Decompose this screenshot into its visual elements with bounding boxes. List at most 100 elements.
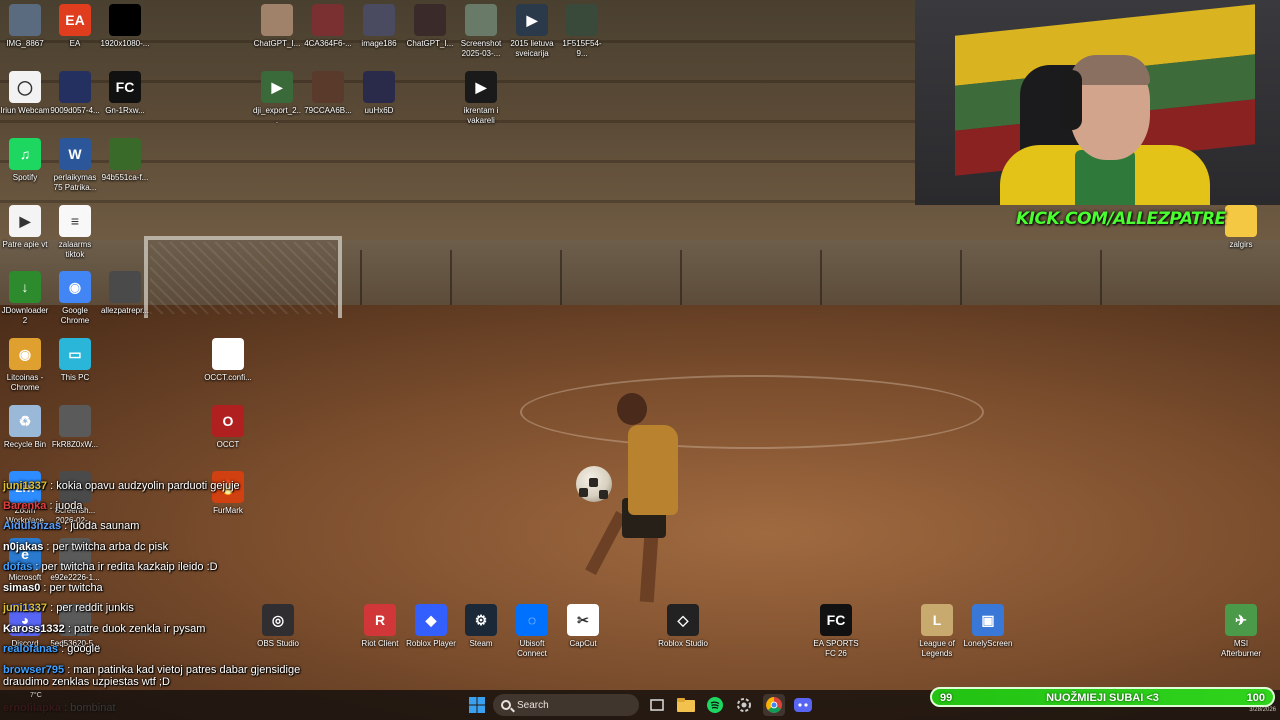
desktop-icon-blackimg[interactable]: 1920x1080-... — [100, 4, 150, 49]
weather-widget[interactable]: 7°C — [20, 692, 42, 716]
folder-icon — [1225, 205, 1257, 237]
desktop-icon-robloxplayer[interactable]: ◆ Roblox Player — [406, 604, 456, 649]
desktop-icon-litcoinas[interactable]: ◉ Litcoinas - Chrome — [0, 338, 50, 393]
desktop-icon-ubisoft[interactable]: ◌ Ubisoft Connect — [507, 604, 557, 659]
settings-taskbar-button[interactable] — [733, 694, 755, 716]
spotify-taskbar-button[interactable] — [704, 694, 726, 716]
desktop-icon-ea[interactable]: EA EA — [50, 4, 100, 49]
center-circle — [520, 375, 984, 449]
chat-separator: : — [58, 643, 68, 655]
desktop-icon-label: MSI Afterburner — [1220, 639, 1262, 658]
desktop-icon-recycle[interactable]: ♻ Recycle Bin — [0, 405, 50, 450]
chat-message: juni1337 : per reddit junkis — [3, 602, 134, 620]
chat-username[interactable]: simas0 — [3, 582, 40, 594]
desktop-icon-4ca364[interactable]: 4CA364F6-... — [303, 4, 353, 49]
task-view-button[interactable] — [646, 694, 668, 716]
desktop-icon-ikrentam[interactable]: ▶ ikrentam i vakareli — [456, 71, 506, 126]
roblox-studio-icon: ◇ — [667, 604, 699, 636]
chat-username[interactable]: Aidul3nzas — [3, 520, 61, 532]
desktop-icon-riot[interactable]: R Riot Client — [355, 604, 405, 649]
video-icon: ▶ — [261, 71, 293, 103]
file-explorer-button[interactable] — [675, 694, 697, 716]
streamer-hair — [1070, 55, 1150, 85]
desktop-icon-img8867[interactable]: IMG_8867 — [0, 4, 50, 49]
desktop-icon-lol[interactable]: L League of Legends — [912, 604, 962, 659]
desktop-icon-chatgpt1[interactable]: ChatGPT_I... — [252, 4, 302, 49]
desktop-icon-jdownloader[interactable]: ↓ JDownloader 2 — [0, 271, 50, 326]
desktop-icon-steam[interactable]: ⚙ Steam — [456, 604, 506, 649]
desktop-icon-fkr8z[interactable]: FkR8Z0xW... — [50, 405, 100, 450]
chat-username[interactable]: juni1337 — [3, 480, 47, 492]
football — [576, 466, 612, 502]
desktop-icon-label: Screenshot 2025-03-... — [460, 39, 502, 58]
desktop-icon-chrome[interactable]: ◉ Google Chrome — [50, 271, 100, 326]
desktop-icon-label: dji_export_2... — [252, 106, 302, 125]
desktop-icon-label: ikrentam i vakareli — [463, 106, 499, 125]
desktop-icon-occt[interactable]: O OCCT — [203, 405, 253, 450]
chat-username[interactable]: realofanas — [3, 643, 58, 655]
desktop-icon-label: This PC — [60, 373, 90, 382]
desktop-icon-dji[interactable]: ▶ dji_export_2... — [252, 71, 302, 126]
chat-username[interactable]: Kaross1332 — [3, 623, 65, 635]
desktop-icon-allezpatre[interactable]: allezpatrepr... — [100, 271, 150, 316]
search-icon — [501, 700, 511, 710]
desktop-icon-1f515f[interactable]: 1F515F54-9... — [557, 4, 607, 59]
chat-username[interactable]: browser795 — [3, 664, 64, 676]
photo-icon — [261, 4, 293, 36]
desktop-icon-label: Roblox Player — [406, 639, 456, 648]
desktop-icon-94b551[interactable]: 94b551ca-f... — [100, 138, 150, 183]
desktop-icon-obs[interactable]: ◎ OBS Studio — [253, 604, 303, 649]
chat-message: Barenka : juoda — [3, 500, 83, 518]
photo-icon — [312, 4, 344, 36]
start-button[interactable] — [466, 694, 488, 716]
chat-text: google — [67, 643, 101, 655]
desktop-icon-capcut[interactable]: ✂ CapCut — [558, 604, 608, 649]
desktop-icon-label: OCCT — [216, 440, 240, 449]
desktop-icon-gn1rxw[interactable]: FC Gn-1Rxw... — [100, 71, 150, 116]
desktop-icon-msiab[interactable]: ✈ MSI Afterburner — [1216, 604, 1266, 659]
desktop-icon-label: 79CCAA6B... — [304, 106, 352, 115]
desktop-icon-9009d[interactable]: 9009d057-4... — [50, 71, 100, 116]
chat-username[interactable]: juni1337 — [3, 602, 47, 614]
desktop-icon-image186[interactable]: image186 — [354, 4, 404, 49]
discord-taskbar-button[interactable] — [792, 694, 814, 716]
clock-date[interactable]: 3/28/2026 — [1230, 707, 1276, 713]
desktop-icon-robloxstudio[interactable]: ◇ Roblox Studio — [658, 604, 708, 649]
desktop-icon-iriun[interactable]: ◯ Iriun Webcam — [0, 71, 50, 116]
chrome-icon: ◉ — [9, 338, 41, 370]
chat-username[interactable]: n0jakas — [3, 541, 43, 553]
desktop-icon-occtconfig[interactable]: OCCT.confi... — [203, 338, 253, 383]
desktop-icon-label: Iriun Webcam — [0, 106, 50, 115]
taskbar-search[interactable]: Search — [493, 694, 639, 716]
desktop-icon-perlaikymas[interactable]: Wperlaikymas 75 Patrika... — [50, 138, 100, 193]
desktop-icon-spotify[interactable]: ♫ Spotify — [0, 138, 50, 183]
desktop-icon-label: IMG_8867 — [6, 39, 44, 48]
desktop-icon-chatgpt2[interactable]: ChatGPT_I... — [405, 4, 455, 49]
desktop-icon-patreapie[interactable]: ▶ Patre apie vt — [0, 205, 50, 250]
desktop-icon-label: OCCT.confi... — [204, 373, 252, 382]
desktop-icon-lonelyscreen[interactable]: ▣ LonelyScreen — [963, 604, 1013, 649]
chat-username[interactable]: dofas — [3, 561, 32, 573]
chat-message: simas0 : per twitcha — [3, 582, 103, 600]
photo-icon — [363, 71, 395, 103]
desktop-icon-79ccaa[interactable]: 79CCAA6B... — [303, 71, 353, 116]
desktop-icon-label: 4CA364F6-... — [304, 39, 352, 48]
desktop-icon-zalaarms[interactable]: ≡ zalaarms tiktok — [50, 205, 100, 260]
desktop-icon-thispc[interactable]: ▭ This PC — [50, 338, 100, 383]
chrome-taskbar-button[interactable] — [763, 694, 785, 716]
desktop-icon-uuhx6d[interactable]: uuHx6D — [354, 71, 404, 116]
desktop-icon-screenshot[interactable]: Screenshot 2025-03-... — [456, 4, 506, 59]
chat-separator: : — [47, 480, 57, 492]
desktop-icon-lietuva[interactable]: ▶ 2015 lietuva sveicarija — [507, 4, 557, 59]
task-view-icon — [650, 699, 664, 711]
monitor-icon: ▭ — [59, 338, 91, 370]
lol-icon: L — [921, 604, 953, 636]
desktop-icon-easports[interactable]: FC EA SPORTS FC 26 — [811, 604, 861, 659]
riot-icon: R — [364, 604, 396, 636]
folder-icon — [677, 698, 695, 712]
desktop-icon-label: Gn-1Rxw... — [105, 106, 145, 115]
desktop-icon-label: Steam — [469, 639, 493, 648]
chat-username[interactable]: Barenka — [3, 500, 46, 512]
chat-text: per twitcha arba dc pisk — [52, 541, 169, 553]
chat-text: patre duok zenkla ir pysam — [73, 623, 206, 635]
